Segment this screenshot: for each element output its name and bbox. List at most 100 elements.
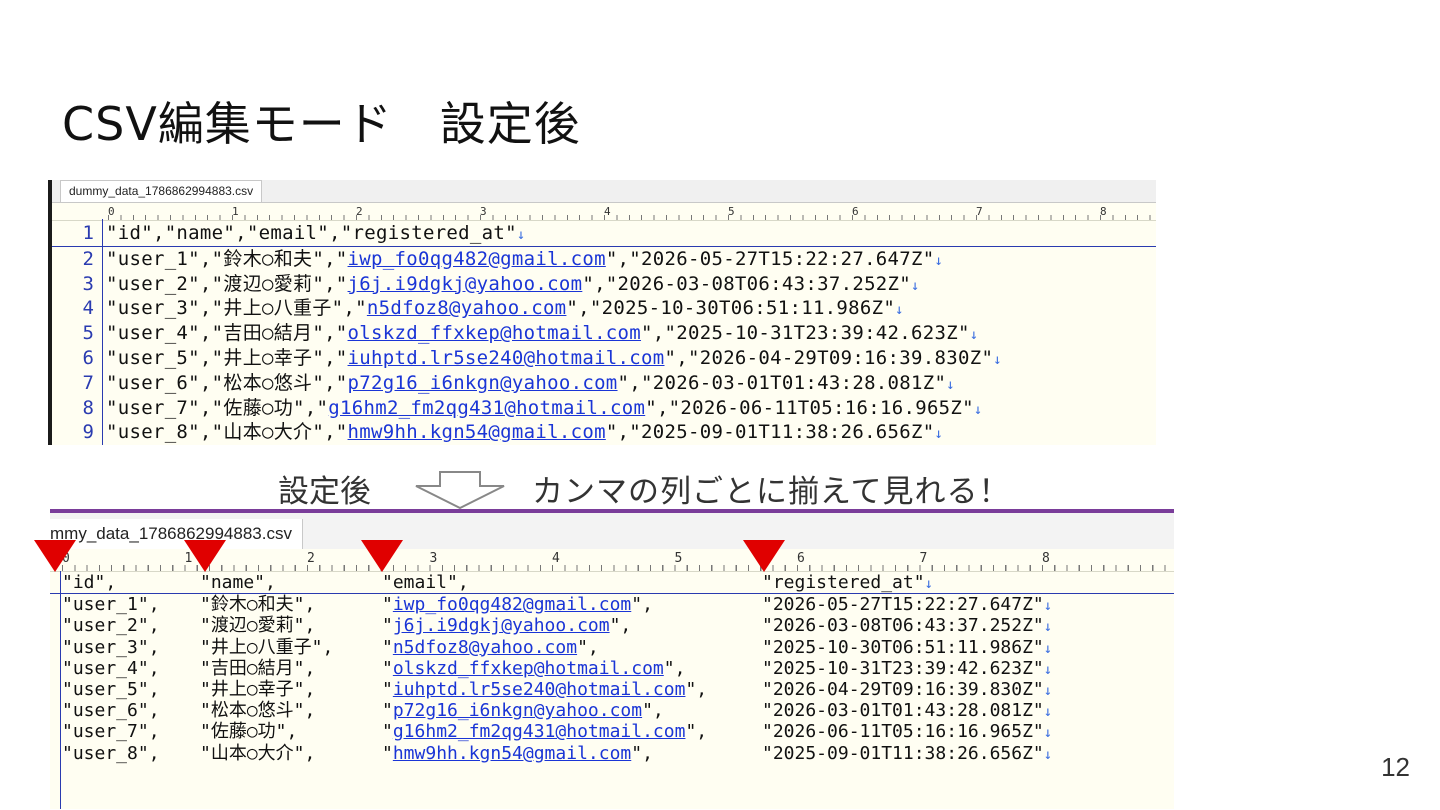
email-link[interactable]: olskzd_ffxkep@hotmail.com [348,322,641,344]
ruler-label: 5 [674,551,683,566]
editor-line: 5 "user_4","吉田○結月","olskzd_ffxkep@hotmail… [52,321,1156,346]
csv-fields: ","2026-05-27T15:22:27.647Z" [605,247,935,270]
line-number: 5 [82,322,94,345]
newline-icon: ↓ [946,376,955,393]
email-link[interactable]: iuhptd.lr5se240@hotmail.com [348,347,665,369]
down-arrow-outline-icon [415,471,505,510]
header-email: "email", [382,572,469,593]
table-row: "user_4", "吉田○結月", "olskzd_ffxkep@hotmail.… [50,658,1174,679]
quote: " [382,594,393,616]
email-link[interactable]: hmw9hh.kgn54@gmail.com [393,743,631,764]
cell-id: "user_2", [62,615,160,637]
ruler-label: 0 [108,205,115,218]
editor-line: 9 "user_8","山本○大介","hmw9hh.kgn54@gmail.co… [52,420,1156,445]
cell-email: "iwp_fo0qg482@gmail.com", [382,594,653,615]
email-link[interactable]: g16hm2_fm2qg431@hotmail.com [393,721,686,742]
table-row: "user_8", "山本○大介", "hmw9hh.kgn54@gmail.com… [50,743,1174,764]
newline-icon: ↓ [895,302,904,319]
email-link[interactable]: j6j.i9dgkj@yahoo.com [348,273,583,295]
cell-registered-at: "2025-09-01T11:38:26.656Z"↓ [762,743,1052,766]
email-link[interactable]: iuhptd.lr5se240@hotmail.com [393,679,686,700]
newline-icon: ↓ [934,426,944,443]
ruler-label: 6 [797,551,805,566]
column-ruler: 0 1 2 3 4 5 6 7 8 [52,203,1156,221]
email-link[interactable]: hmw9hh.kgn54@gmail.com [348,421,606,443]
email-link[interactable]: olskzd_ffxkep@hotmail.com [393,658,664,679]
timestamp: "2026-03-08T06:43:37.252Z" [762,615,1044,637]
page-number: 12 [1381,752,1410,782]
csv-fields: ","2026-06-11T05:16:16.965Z" [645,396,974,419]
cell-registered-at: "2026-03-08T06:43:37.252Z"↓ [762,615,1052,638]
quote: ", [631,742,653,764]
ruler-label: 1 [232,205,239,218]
cell-registered-at: "2026-03-01T01:43:28.081Z"↓ [762,700,1052,723]
timestamp: "2026-03-01T01:43:28.081Z" [762,700,1044,722]
csv-fields: "user_5","井上○幸子"," [106,346,348,369]
ruler-label: 6 [852,205,859,218]
line-text: "user_4","吉田○結月","olskzd_ffxkep@hotmail.… [106,321,978,348]
email-link[interactable]: p72g16_i6nkgn@yahoo.com [348,372,618,394]
newline-icon: ↓ [934,252,944,269]
quote: ", [609,615,632,637]
editor-line: 8 "user_7","佐藤○功","g16hm2_fm2qg431@hotmai… [52,396,1156,421]
line-text: "user_2","渡辺○愛莉","j6j.i9dgkj@yahoo.com",… [106,272,920,299]
csv-fields: ","2026-03-01T01:43:28.081Z" [617,371,947,394]
quote: " [382,615,393,637]
quote: " [382,721,393,743]
editor-line: 2 "user_1","鈴木○和夫","iwp_fo0qg482@gmail.co… [52,247,1156,272]
line-number: 6 [82,346,94,369]
cell-id: "user_7", [62,721,160,743]
cell-name: "吉田○結月", [200,657,316,679]
csv-fields: "user_2","渡辺○愛莉"," [106,272,348,295]
quote: ", [685,721,708,743]
quote: ", [663,657,686,679]
quote: " [382,700,393,722]
email-link[interactable]: p72g16_i6nkgn@yahoo.com [393,700,642,721]
newline-icon: ↓ [1043,746,1053,763]
tab-bar: dummy_data_1786862994883.csv [52,180,1156,203]
email-link[interactable]: n5dfoz8@yahoo.com [367,297,567,319]
csv-fields: "user_1","鈴木○和夫"," [106,247,348,270]
email-link[interactable]: iwp_fo0qg482@gmail.com [348,248,606,270]
editor-line: 6 "user_5","井上○幸子","iuhptd.lr5se240@hotma… [52,346,1156,371]
cell-name: "鈴木○和夫", [200,594,316,616]
editor-screenshot-top: dummy_data_1786862994883.csv 012345678 1… [48,180,1156,445]
cell-name: "井上○八重子", [200,636,334,658]
caption-after-setting: 設定後 [278,474,371,510]
line-number: 1 [82,222,94,244]
line-number: 9 [82,421,94,444]
cell-name: "松本○悠斗", [200,700,316,722]
newline-icon: ↓ [969,327,979,344]
file-tab[interactable]: dummy_data_1786862994883.csv [60,180,263,202]
editor-lines: "id", "name", "email", "registered_at"↓ "use… [50,572,1174,764]
email-link[interactable]: g16hm2_fm2qg431@hotmail.com [328,397,645,419]
csv-fields: ","2025-10-30T06:51:11.986Z" [566,297,896,320]
line-text: "user_8","山本○大介","hmw9hh.kgn54@gmail.com… [106,420,943,445]
csv-fields: "user_7","佐藤○功"," [106,396,329,419]
caption-aligned-columns: カンマの列ごとに揃えて見れる！ [532,474,1011,510]
quote: " [382,657,393,679]
line-number: 8 [82,396,94,419]
newline-icon: ↓ [924,576,933,592]
email-link[interactable]: iwp_fo0qg482@gmail.com [393,594,631,615]
editor-line: 7 "user_6","松本○悠斗","p72g16_i6nkgn@yahoo.c… [52,371,1156,396]
timestamp: "2026-04-29T09:16:39.830Z" [762,678,1044,700]
line-number: 7 [82,371,94,394]
editor-line: 3 "user_2","渡辺○愛莉","j6j.i9dgkj@yahoo.com"… [52,272,1156,297]
cell-email: "p72g16_i6nkgn@yahoo.com", [382,700,664,721]
email-link[interactable]: n5dfoz8@yahoo.com [393,637,577,658]
file-tab[interactable]: mmy_data_1786862994883.csv [50,519,303,549]
timestamp: "2026-05-27T15:22:27.647Z" [762,594,1044,616]
table-row: "user_6", "松本○悠斗", "p72g16_i6nkgn@yahoo.co… [50,700,1174,721]
ruler-label: 8 [1100,205,1107,218]
cell-email: "iuhptd.lr5se240@hotmail.com", [382,679,707,700]
ruler-label: 5 [728,205,735,218]
cell-id: "user_5", [62,678,160,700]
newline-icon: ↓ [1043,598,1053,615]
timestamp: "2026-06-11T05:16:16.965Z" [762,721,1044,743]
email-link[interactable]: j6j.i9dgkj@yahoo.com [393,615,610,636]
table-row: "user_3", "井上○八重子", "n5dfoz8@yahoo.com", "2… [50,637,1174,658]
cell-id: "user_4", [62,657,160,679]
line-text: "user_5","井上○幸子","iuhptd.lr5se240@hotmai… [106,346,1002,373]
table-row: "user_2", "渡辺○愛莉", "j6j.i9dgkj@yahoo.com",… [50,615,1174,636]
